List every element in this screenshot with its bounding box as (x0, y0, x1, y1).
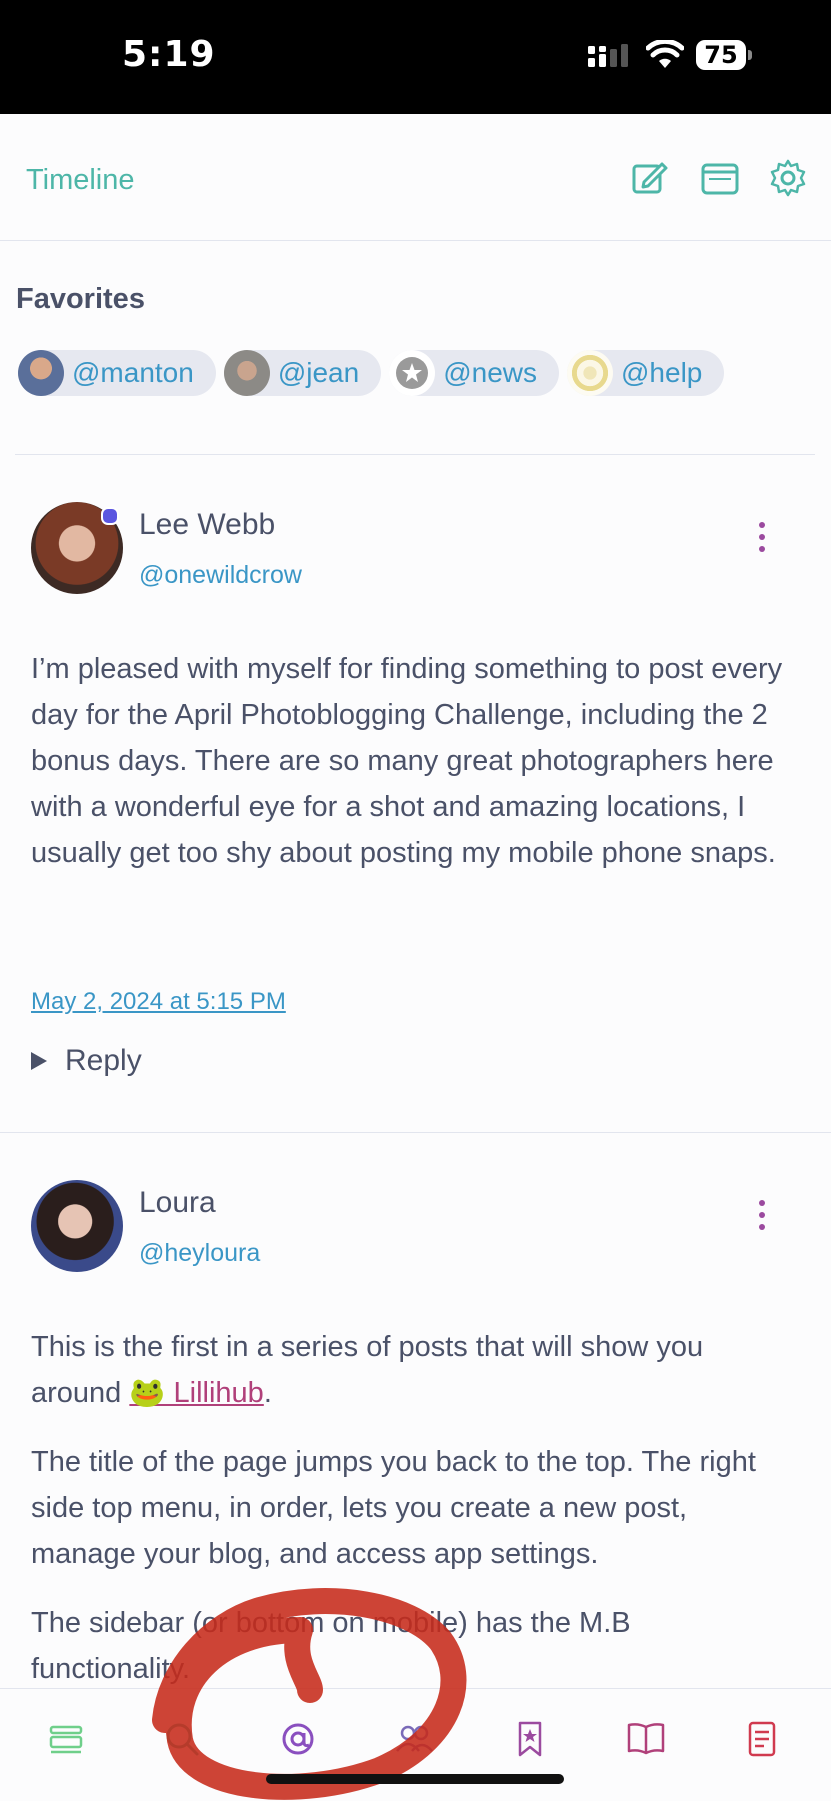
avatar (389, 350, 436, 396)
reply-toggle[interactable]: Reply (31, 1044, 142, 1078)
battery-level: 75 (704, 41, 738, 69)
post-text: I’m pleased with myself for finding some… (31, 653, 783, 869)
post-author-handle[interactable]: @onewildcrow (139, 561, 302, 590)
more-menu-icon[interactable] (757, 1200, 767, 1236)
lillihub-link[interactable]: 🐸 Lillihub (129, 1377, 263, 1409)
avatar (223, 350, 270, 396)
post-author-handle[interactable]: @heyloura (139, 1239, 260, 1268)
search-icon[interactable] (162, 1719, 202, 1759)
compose-icon[interactable] (630, 158, 670, 198)
favorite-label: @help (621, 357, 703, 388)
battery-icon: 75 (696, 40, 752, 70)
home-indicator (266, 1774, 564, 1784)
avatar[interactable] (31, 1180, 123, 1272)
timeline-title[interactable]: Timeline (26, 164, 135, 197)
reply-label: Reply (65, 1044, 142, 1077)
wifi-icon (646, 40, 684, 68)
mentions-icon[interactable] (278, 1719, 318, 1759)
favorites-list: @manton @jean @news @help (18, 350, 725, 396)
post-paragraph: The sidebar (or bottom on mobile) has th… (31, 1607, 631, 1685)
post-author-name[interactable]: Loura (139, 1186, 216, 1220)
post-body: I’m pleased with myself for finding some… (31, 646, 791, 876)
status-time: 5:19 (122, 34, 216, 75)
blog-manage-icon[interactable] (700, 158, 740, 198)
notes-icon[interactable] (742, 1719, 782, 1759)
avatar (18, 350, 64, 396)
favorite-label: @news (443, 357, 537, 388)
post-text: . (263, 1377, 272, 1409)
favorite-chip-manton[interactable]: @manton (18, 350, 216, 396)
bookmarks-icon[interactable] (510, 1719, 550, 1759)
favorite-chip-help[interactable]: @help (567, 350, 725, 396)
settings-gear-icon[interactable] (768, 158, 808, 198)
following-icon[interactable] (394, 1719, 434, 1759)
favorites-heading: Favorites (16, 283, 145, 315)
disclosure-triangle-icon (31, 1052, 47, 1070)
cellular-signal-icon (588, 44, 628, 67)
timeline-post: Loura @heyloura This is the first in a s… (0, 1132, 831, 1688)
post-paragraph: The title of the page jumps you back to … (31, 1446, 756, 1570)
favorite-chip-news[interactable]: @news (389, 350, 559, 396)
app-header: Timeline (0, 114, 831, 241)
favorite-chip-jean[interactable]: @jean (223, 350, 382, 396)
more-menu-icon[interactable] (757, 522, 767, 558)
favorite-label: @jean (277, 357, 360, 388)
timeline-icon[interactable] (46, 1719, 86, 1759)
post-body: This is the first in a series of posts t… (31, 1324, 791, 1692)
post-author-name[interactable]: Lee Webb (139, 508, 275, 542)
news-star-icon (396, 357, 429, 389)
timeline-post: Lee Webb @onewildcrow I’m pleased with m… (0, 454, 831, 1132)
favorite-label: @manton (72, 357, 194, 388)
bottom-tab-bar (0, 1688, 831, 1801)
avatar (567, 350, 613, 396)
post-paragraph: This is the first in a series of posts t… (31, 1324, 791, 1416)
post-date-link[interactable]: May 2, 2024 at 5:15 PM (31, 988, 286, 1016)
bookshelf-icon[interactable] (626, 1719, 666, 1759)
online-indicator (101, 507, 119, 525)
status-bar: 5:19 75 (0, 0, 831, 114)
